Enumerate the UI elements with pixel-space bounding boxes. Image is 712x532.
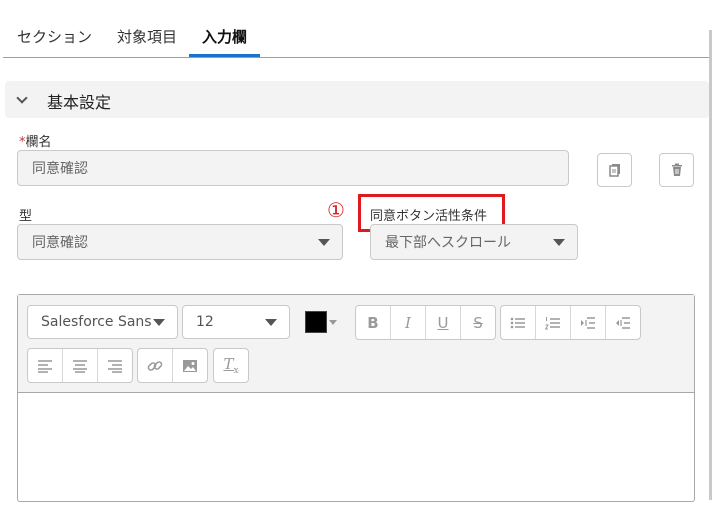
numbered-list-icon [545,316,560,329]
field-name-label: *欄名 [19,131,52,150]
image-icon [183,359,197,372]
clear-format-glyph: T [223,355,234,373]
field-name-value: 同意確認 [32,161,88,177]
consent-condition-select[interactable]: 最下部へスクロール [370,224,578,260]
field-name-label-text: 欄名 [25,135,52,150]
font-family-select[interactable]: Salesforce Sans [27,305,178,339]
clear-format-group: Tx [213,348,249,383]
clear-format-icon: Tx [223,355,238,376]
image-button[interactable] [172,349,207,382]
clear-format-sub: x [233,366,239,376]
type-value: 同意確認 [32,235,88,251]
consent-condition-label: 同意ボタン活性条件 [370,209,488,224]
underline-icon: U [437,313,449,332]
text-color-button[interactable] [305,311,327,333]
numbered-list-button[interactable] [535,306,570,339]
indent-button[interactable] [570,306,605,339]
chevron-down-icon [265,318,277,326]
section-title: 基本設定 [47,93,112,112]
align-group [27,348,133,383]
insert-group [137,348,208,383]
align-left-icon [38,359,52,373]
copy-button[interactable] [597,153,632,187]
clear-format-button[interactable]: Tx [214,349,248,382]
chevron-down-icon [318,238,330,246]
tab-input-field[interactable]: 入力欄 [202,26,247,47]
link-icon [147,360,163,371]
strikethrough-icon: S [473,313,483,332]
trash-icon [671,163,682,176]
italic-button[interactable]: I [390,306,425,339]
bullet-list-icon [510,317,525,328]
type-select[interactable]: 同意確認 [17,224,343,260]
field-name-input[interactable]: 同意確認 [17,150,569,186]
text-style-group: B I U S [355,305,496,340]
editor-content-area[interactable] [18,393,694,501]
align-center-button[interactable] [62,349,97,382]
italic-icon: I [405,313,411,332]
chevron-down-icon [553,238,565,246]
annotation-marker: ① [327,198,345,222]
color-caret-icon[interactable] [329,320,337,325]
chevron-down-icon [153,318,165,326]
align-left-button[interactable] [28,349,62,382]
outdent-icon [616,316,630,329]
consent-condition-value: 最下部へスクロール [385,235,511,251]
font-size-value: 12 [196,314,214,330]
bold-button[interactable]: B [356,306,390,339]
bullet-list-button[interactable] [501,306,535,339]
font-family-value: Salesforce Sans [41,314,152,330]
indent-icon [581,316,595,329]
font-size-select[interactable]: 12 [182,305,290,339]
tab-section[interactable]: セクション [17,26,92,47]
type-label: 型 [19,209,33,224]
tabs-divider [3,57,709,58]
outdent-button[interactable] [605,306,640,339]
underline-button[interactable]: U [425,306,460,339]
tab-target-items[interactable]: 対象項目 [117,26,177,47]
align-center-icon [73,359,87,373]
list-indent-group [500,305,641,340]
delete-button[interactable] [659,153,694,187]
copy-icon [608,164,620,177]
align-right-button[interactable] [97,349,132,382]
bold-icon: B [367,313,379,332]
align-right-icon [108,359,122,373]
strikethrough-button[interactable]: S [460,306,495,339]
link-button[interactable] [138,349,172,382]
